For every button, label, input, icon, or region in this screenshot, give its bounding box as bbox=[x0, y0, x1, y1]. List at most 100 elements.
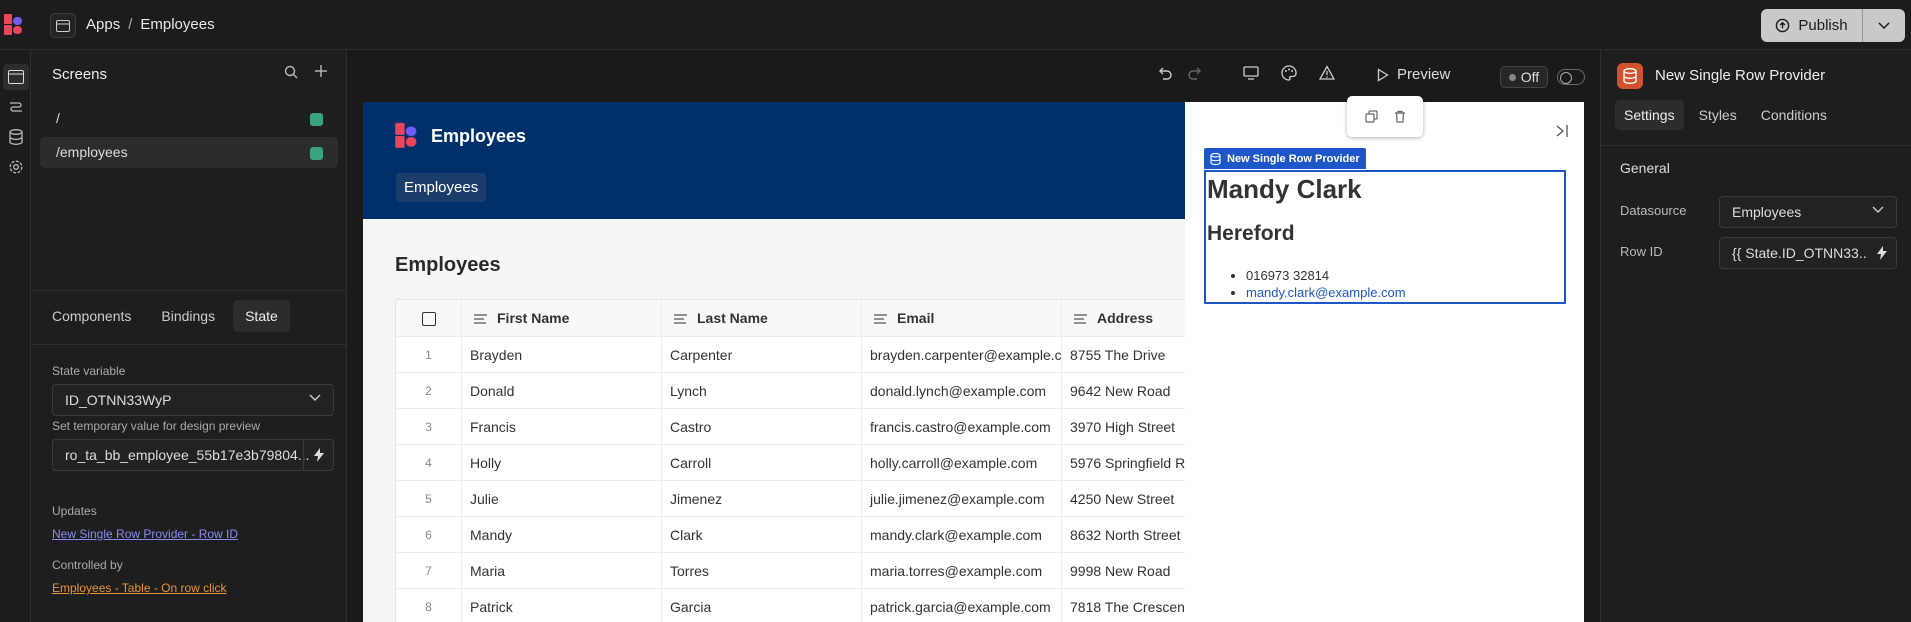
toggle-switch[interactable] bbox=[1557, 69, 1585, 85]
state-variable-label: State variable bbox=[52, 364, 126, 378]
binding-bolt-button[interactable] bbox=[303, 440, 333, 470]
component-selection-label: New Single Row Provider bbox=[1227, 152, 1360, 165]
cell-last-name: Jimenez bbox=[662, 481, 862, 516]
column-header-label: Address bbox=[1097, 310, 1154, 326]
sidebar-toggle-button[interactable] bbox=[50, 13, 76, 38]
publish-button[interactable]: Publish bbox=[1761, 9, 1863, 42]
screen-status-dot bbox=[310, 113, 323, 126]
undo-icon[interactable] bbox=[1157, 65, 1173, 81]
database-icon bbox=[1623, 68, 1637, 84]
chevron-down-icon bbox=[1872, 206, 1884, 213]
table-row[interactable]: 8 Patrick Garcia patrick.garcia@example.… bbox=[396, 589, 1294, 622]
cell-email: francis.castro@example.com bbox=[862, 409, 1062, 444]
table-row[interactable]: 7 Maria Torres maria.torres@example.com … bbox=[396, 553, 1294, 589]
column-header-label: First Name bbox=[497, 310, 570, 326]
column-header[interactable]: Email bbox=[862, 300, 1062, 336]
cell-first-name: Mandy bbox=[462, 517, 662, 552]
rail-settings-button[interactable] bbox=[6, 157, 26, 177]
right-panel: New Single Row Provider Settings Styles … bbox=[1600, 50, 1911, 622]
cell-first-name: Francis bbox=[462, 409, 662, 444]
cell-first-name: Maria bbox=[462, 553, 662, 588]
search-icon[interactable] bbox=[284, 65, 298, 79]
divider bbox=[31, 290, 347, 291]
nav-item-employees[interactable]: Employees bbox=[396, 173, 487, 202]
database-icon bbox=[1210, 152, 1221, 165]
binding-bolt-button[interactable] bbox=[1868, 238, 1896, 268]
column-header-label: Last Name bbox=[697, 310, 768, 326]
column-header[interactable]: First Name bbox=[462, 300, 662, 336]
screen-item-employees[interactable]: /employees bbox=[40, 137, 338, 168]
column-header[interactable]: Last Name bbox=[662, 300, 862, 336]
table-row[interactable]: 3 Francis Castro francis.castro@example.… bbox=[396, 409, 1294, 445]
select-all-checkbox[interactable] bbox=[421, 311, 436, 326]
updates-label: Updates bbox=[52, 504, 97, 518]
budibase-logo-icon bbox=[4, 14, 22, 35]
table-row[interactable]: 4 Holly Carroll holly.carroll@example.co… bbox=[396, 445, 1294, 481]
tab-conditions[interactable]: Conditions bbox=[1752, 100, 1836, 130]
row-id-input[interactable]: {{ State.ID_OTNN33... bbox=[1719, 237, 1897, 269]
updates-link[interactable]: New Single Row Provider - Row ID bbox=[52, 527, 238, 541]
temp-value-text: ro_ta_bb_employee_55b17e3b79804... bbox=[65, 447, 310, 463]
employee-email-link[interactable]: mandy.clark@example.com bbox=[1246, 285, 1406, 300]
cell-first-name: Brayden bbox=[462, 337, 662, 372]
divider bbox=[1601, 145, 1911, 146]
publish-dropdown-button[interactable] bbox=[1863, 9, 1905, 42]
row-number: 7 bbox=[396, 553, 462, 588]
cell-last-name: Carpenter bbox=[662, 337, 862, 372]
upload-circle-icon bbox=[1776, 18, 1790, 33]
tab-settings[interactable]: Settings bbox=[1615, 100, 1684, 130]
panel-icon bbox=[56, 19, 70, 32]
table-row[interactable]: 5 Julie Jimenez julie.jimenez@example.co… bbox=[396, 481, 1294, 517]
rail-data-button[interactable] bbox=[6, 127, 26, 147]
close-panel-icon[interactable] bbox=[1555, 124, 1569, 138]
row-id-value: {{ State.ID_OTNN33... bbox=[1732, 245, 1871, 261]
breadcrumb-current[interactable]: Employees bbox=[140, 16, 214, 33]
page-title: Employees bbox=[395, 254, 501, 276]
preview-label: Preview bbox=[1397, 66, 1451, 83]
cell-email: julie.jimenez@example.com bbox=[862, 481, 1062, 516]
desktop-icon[interactable] bbox=[1243, 65, 1259, 81]
palette-icon[interactable] bbox=[1281, 65, 1297, 81]
screen-status-dot bbox=[310, 147, 323, 160]
chevron-down-icon bbox=[309, 394, 321, 401]
screen-item-root[interactable]: / bbox=[40, 103, 338, 134]
datasource-select[interactable]: Employees bbox=[1719, 196, 1897, 228]
temp-value-label: Set temporary value for design preview bbox=[52, 419, 261, 433]
cell-email: maria.torres@example.com bbox=[862, 553, 1062, 588]
database-icon bbox=[9, 129, 23, 145]
select-all-cell bbox=[396, 300, 462, 336]
table-row[interactable]: 6 Mandy Clark mandy.clark@example.com 86… bbox=[396, 517, 1294, 553]
breadcrumb-apps[interactable]: Apps bbox=[86, 16, 120, 33]
left-panel: Screens / /employees Components Bindings… bbox=[31, 50, 347, 622]
add-screen-icon[interactable] bbox=[313, 63, 329, 79]
trash-icon[interactable] bbox=[1394, 110, 1406, 123]
controlled-by-link[interactable]: Employees - Table - On row click bbox=[52, 581, 227, 595]
preview-button[interactable]: Preview bbox=[1377, 66, 1450, 83]
duplicate-icon[interactable] bbox=[1364, 110, 1378, 123]
tab-components[interactable]: Components bbox=[40, 300, 143, 332]
cell-first-name: Holly bbox=[462, 445, 662, 480]
tab-bindings[interactable]: Bindings bbox=[149, 300, 227, 332]
flow-icon bbox=[10, 102, 22, 112]
settings-tabs: Settings Styles Conditions bbox=[1615, 100, 1836, 130]
tab-styles[interactable]: Styles bbox=[1690, 100, 1746, 130]
section-general[interactable]: General bbox=[1620, 160, 1670, 176]
table-row[interactable]: 1 Brayden Carpenter brayden.carpenter@ex… bbox=[396, 337, 1294, 373]
redo-icon[interactable] bbox=[1187, 65, 1203, 81]
rail-screens-button[interactable] bbox=[3, 64, 29, 90]
row-id-label: Row ID bbox=[1620, 244, 1663, 259]
row-number: 4 bbox=[396, 445, 462, 480]
tab-state[interactable]: State bbox=[233, 300, 290, 332]
table-row[interactable]: 2 Donald Lynch donald.lynch@example.com … bbox=[396, 373, 1294, 409]
temp-value-input[interactable]: ro_ta_bb_employee_55b17e3b79804... bbox=[52, 439, 334, 471]
component-selection-tag[interactable]: New Single Row Provider bbox=[1204, 148, 1366, 169]
rail-automation-button[interactable] bbox=[6, 97, 26, 117]
cell-email: brayden.carpenter@example.c bbox=[862, 337, 1062, 372]
employee-city-heading: Hereford bbox=[1207, 222, 1295, 245]
status-pill[interactable]: Off bbox=[1500, 66, 1548, 88]
single-row-provider[interactable]: Mandy Clark Hereford 016973 32814 mandy.… bbox=[1204, 170, 1566, 304]
app-root: Apps / Employees Publish Screens / /empl… bbox=[0, 0, 1911, 622]
table-header-row: First Name Last Name Email Address bbox=[396, 300, 1294, 337]
state-variable-select[interactable]: ID_OTNN33WyP bbox=[52, 384, 334, 416]
warning-icon[interactable] bbox=[1319, 65, 1335, 81]
